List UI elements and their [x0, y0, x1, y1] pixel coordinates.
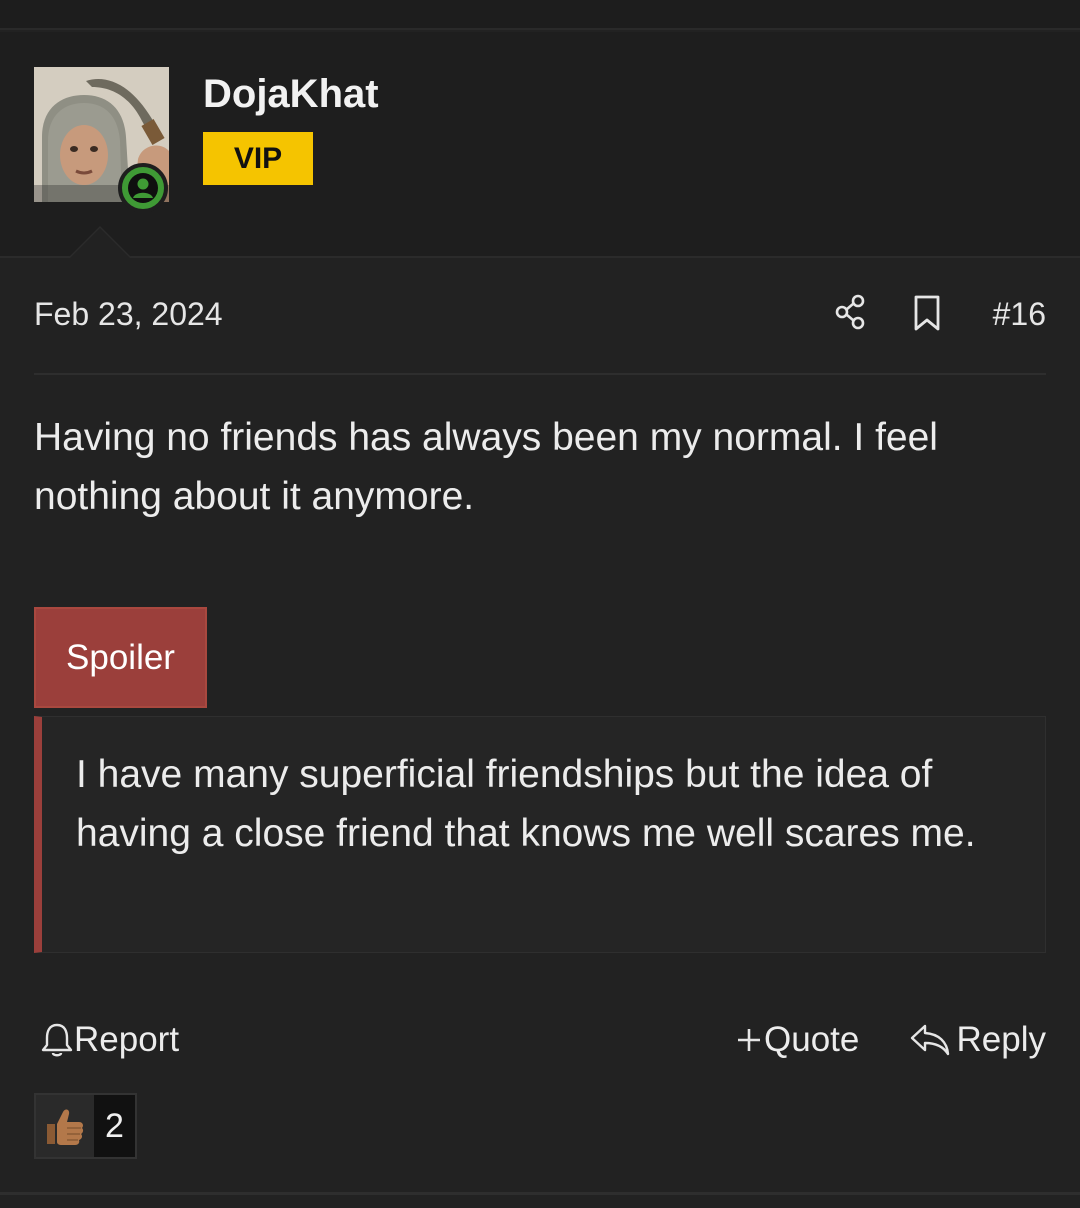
divider: [34, 373, 1046, 375]
post-meta: Feb 23, 2024 #16: [34, 290, 1046, 340]
header-pointer-fill: [70, 228, 130, 258]
share-icon[interactable]: [834, 294, 868, 330]
spoiler-content: I have many superficial friendships but …: [34, 716, 1046, 953]
reaction-count: 2: [94, 1095, 135, 1157]
bookmark-icon[interactable]: [912, 294, 942, 332]
post-number[interactable]: #16: [993, 296, 1046, 333]
report-button[interactable]: Report: [40, 1020, 179, 1060]
reaction-summary[interactable]: 2: [34, 1093, 137, 1159]
post-body: Having no friends has always been my nor…: [34, 416, 938, 518]
user-online-icon: [118, 163, 168, 213]
vip-badge: VIP: [203, 132, 313, 185]
bell-icon: [41, 1023, 73, 1057]
spoiler-button[interactable]: Spoiler: [34, 607, 207, 708]
spoiler-text: I have many superficial friendships but …: [76, 753, 976, 855]
post-date[interactable]: Feb 23, 2024: [34, 296, 223, 333]
plus-icon: [738, 1029, 760, 1051]
reply-label: Reply: [956, 1020, 1046, 1059]
post-actions: Report Quote Reply: [34, 1020, 1046, 1070]
thumbs-up-icon: [36, 1095, 94, 1157]
top-bar: [0, 0, 1080, 30]
reply-icon: [910, 1024, 949, 1056]
quote-button[interactable]: Quote: [734, 1020, 859, 1060]
username[interactable]: DojaKhat: [203, 72, 379, 117]
quote-label: Quote: [764, 1020, 860, 1059]
user-header: DojaKhat VIP: [0, 32, 1080, 258]
reply-button[interactable]: Reply: [909, 1020, 1046, 1060]
post-bottom-divider: [0, 1192, 1080, 1195]
report-label: Report: [74, 1020, 180, 1059]
avatar[interactable]: [34, 67, 169, 213]
